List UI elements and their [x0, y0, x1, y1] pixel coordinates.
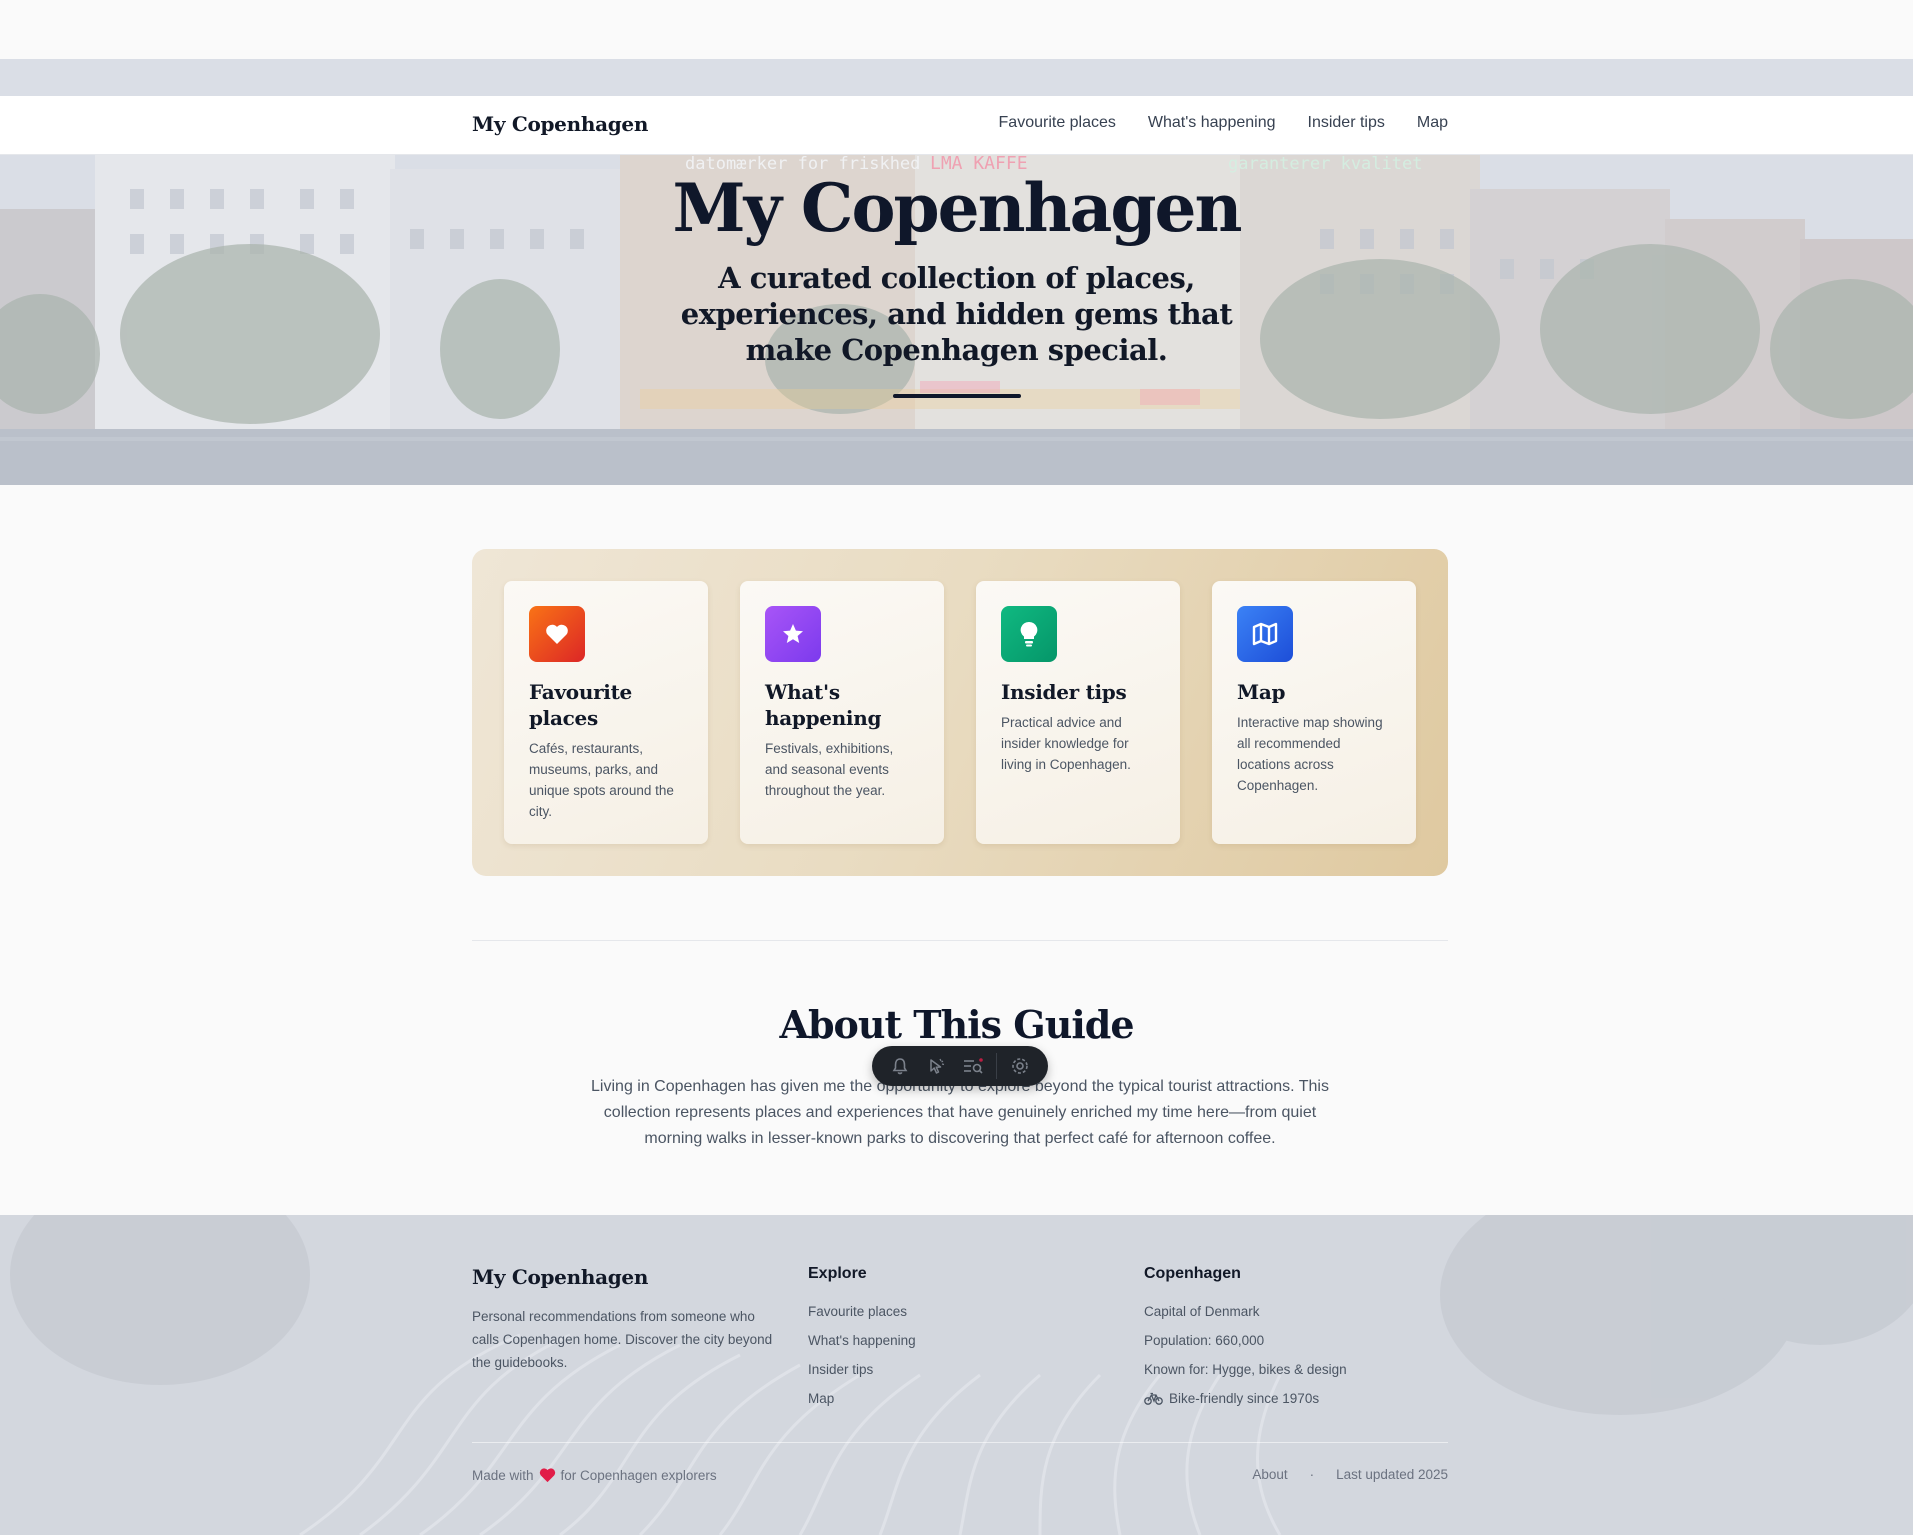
footer-content: My Copenhagen Personal recommendations f… [472, 1215, 1448, 1535]
lightbulb-icon [1001, 606, 1057, 662]
footer-city-facts: Capital of Denmark Population: 660,000 K… [1144, 1297, 1347, 1413]
city-fact: Capital of Denmark [1144, 1304, 1260, 1319]
card-favourite-places[interactable]: Favourite places Cafés, restaurants, mus… [504, 581, 708, 844]
card-description: Cafés, restaurants, museums, parks, and … [529, 741, 674, 819]
toolbar-separator [996, 1053, 998, 1079]
card-whats-happening[interactable]: What's happening Festivals, exhibitions,… [740, 581, 944, 844]
card-insider-tips[interactable]: Insider tips Practical advice and inside… [976, 581, 1180, 844]
floating-toolbar [872, 1046, 1048, 1086]
feature-panel: Favourite places Cafés, restaurants, mus… [472, 549, 1448, 876]
card-description: Festivals, exhibitions, and seasonal eve… [765, 741, 894, 798]
footer: My Copenhagen Personal recommendations f… [0, 1215, 1913, 1535]
footer-city-column: Copenhagen Capital of Denmark Population… [1144, 1265, 1347, 1413]
bell-icon[interactable] [886, 1052, 914, 1080]
map-icon [1237, 606, 1293, 662]
footer-divider [472, 1442, 1448, 1443]
footer-made-with: Made with for Copenhagen explorers [472, 1467, 717, 1483]
hero-title: My Copenhagen [672, 169, 1243, 247]
hero-content: My Copenhagen A curated collection of pl… [0, 170, 1913, 398]
top-navbar: My Copenhagen Favourite places What's ha… [0, 96, 1913, 155]
footer-last-updated: Last updated 2025 [1336, 1467, 1448, 1482]
made-with-suffix: for Copenhagen explorers [560, 1467, 717, 1483]
section-divider [472, 940, 1448, 941]
footer-link-whats-happening[interactable]: What's happening [808, 1333, 916, 1348]
footer-explore-links: Favourite places What's happening Inside… [808, 1297, 916, 1413]
bicycle-icon [1144, 1392, 1163, 1405]
card-description: Practical advice and insider knowledge f… [1001, 715, 1131, 772]
hero-subtitle: A curated collection of places, experien… [680, 261, 1233, 367]
footer-brand: My Copenhagen [472, 1265, 649, 1289]
nav-brand[interactable]: My Copenhagen [472, 112, 648, 136]
card-title: Map [1237, 680, 1286, 704]
footer-link-insider-tips[interactable]: Insider tips [808, 1362, 873, 1377]
city-fact: Bike-friendly since 1970s [1144, 1384, 1347, 1413]
nav-link-insider-tips[interactable]: Insider tips [1308, 114, 1385, 132]
about-title: About This Guide [779, 1002, 1134, 1047]
card-title: Favourite places [529, 680, 632, 730]
nav-link-map[interactable]: Map [1417, 114, 1448, 132]
footer-separator-dot: · [1309, 1467, 1315, 1482]
city-fact-text: Bike-friendly since 1970s [1169, 1391, 1320, 1406]
footer-explore-title: Explore [808, 1265, 867, 1282]
footer-about-link[interactable]: About [1252, 1467, 1287, 1482]
footer-city-title: Copenhagen [1144, 1265, 1241, 1282]
nav-link-whats-happening[interactable]: What's happening [1148, 114, 1276, 132]
footer-link-map[interactable]: Map [808, 1391, 834, 1406]
cursor-icon[interactable] [923, 1052, 951, 1080]
card-title: Insider tips [1001, 680, 1127, 704]
city-fact: Population: 660,000 [1144, 1333, 1265, 1348]
top-blank-strip [0, 0, 1913, 59]
nav-link-favourite-places[interactable]: Favourite places [999, 114, 1116, 132]
card-title: What's happening [765, 680, 882, 730]
hero-underline [892, 394, 1021, 398]
footer-explore-column: Explore Favourite places What's happenin… [808, 1265, 916, 1413]
footer-brand-column: My Copenhagen Personal recommendations f… [472, 1265, 784, 1374]
made-with-prefix: Made with [472, 1467, 534, 1483]
search-list-icon[interactable] [959, 1052, 987, 1080]
nav-links: Favourite places What's happening Inside… [999, 114, 1448, 132]
footer-link-favourite-places[interactable]: Favourite places [808, 1304, 907, 1319]
star-icon [765, 606, 821, 662]
heart-icon [529, 606, 585, 662]
gear-icon[interactable] [1006, 1052, 1034, 1080]
footer-description: Personal recommendations from someone wh… [472, 1309, 773, 1370]
card-map[interactable]: Map Interactive map showing all recommen… [1212, 581, 1416, 844]
heart-icon [539, 1468, 555, 1483]
card-description: Interactive map showing all recommended … [1237, 715, 1383, 793]
city-fact: Known for: Hygge, bikes & design [1144, 1362, 1347, 1377]
footer-bottom-links: About · Last updated 2025 [1252, 1467, 1448, 1482]
